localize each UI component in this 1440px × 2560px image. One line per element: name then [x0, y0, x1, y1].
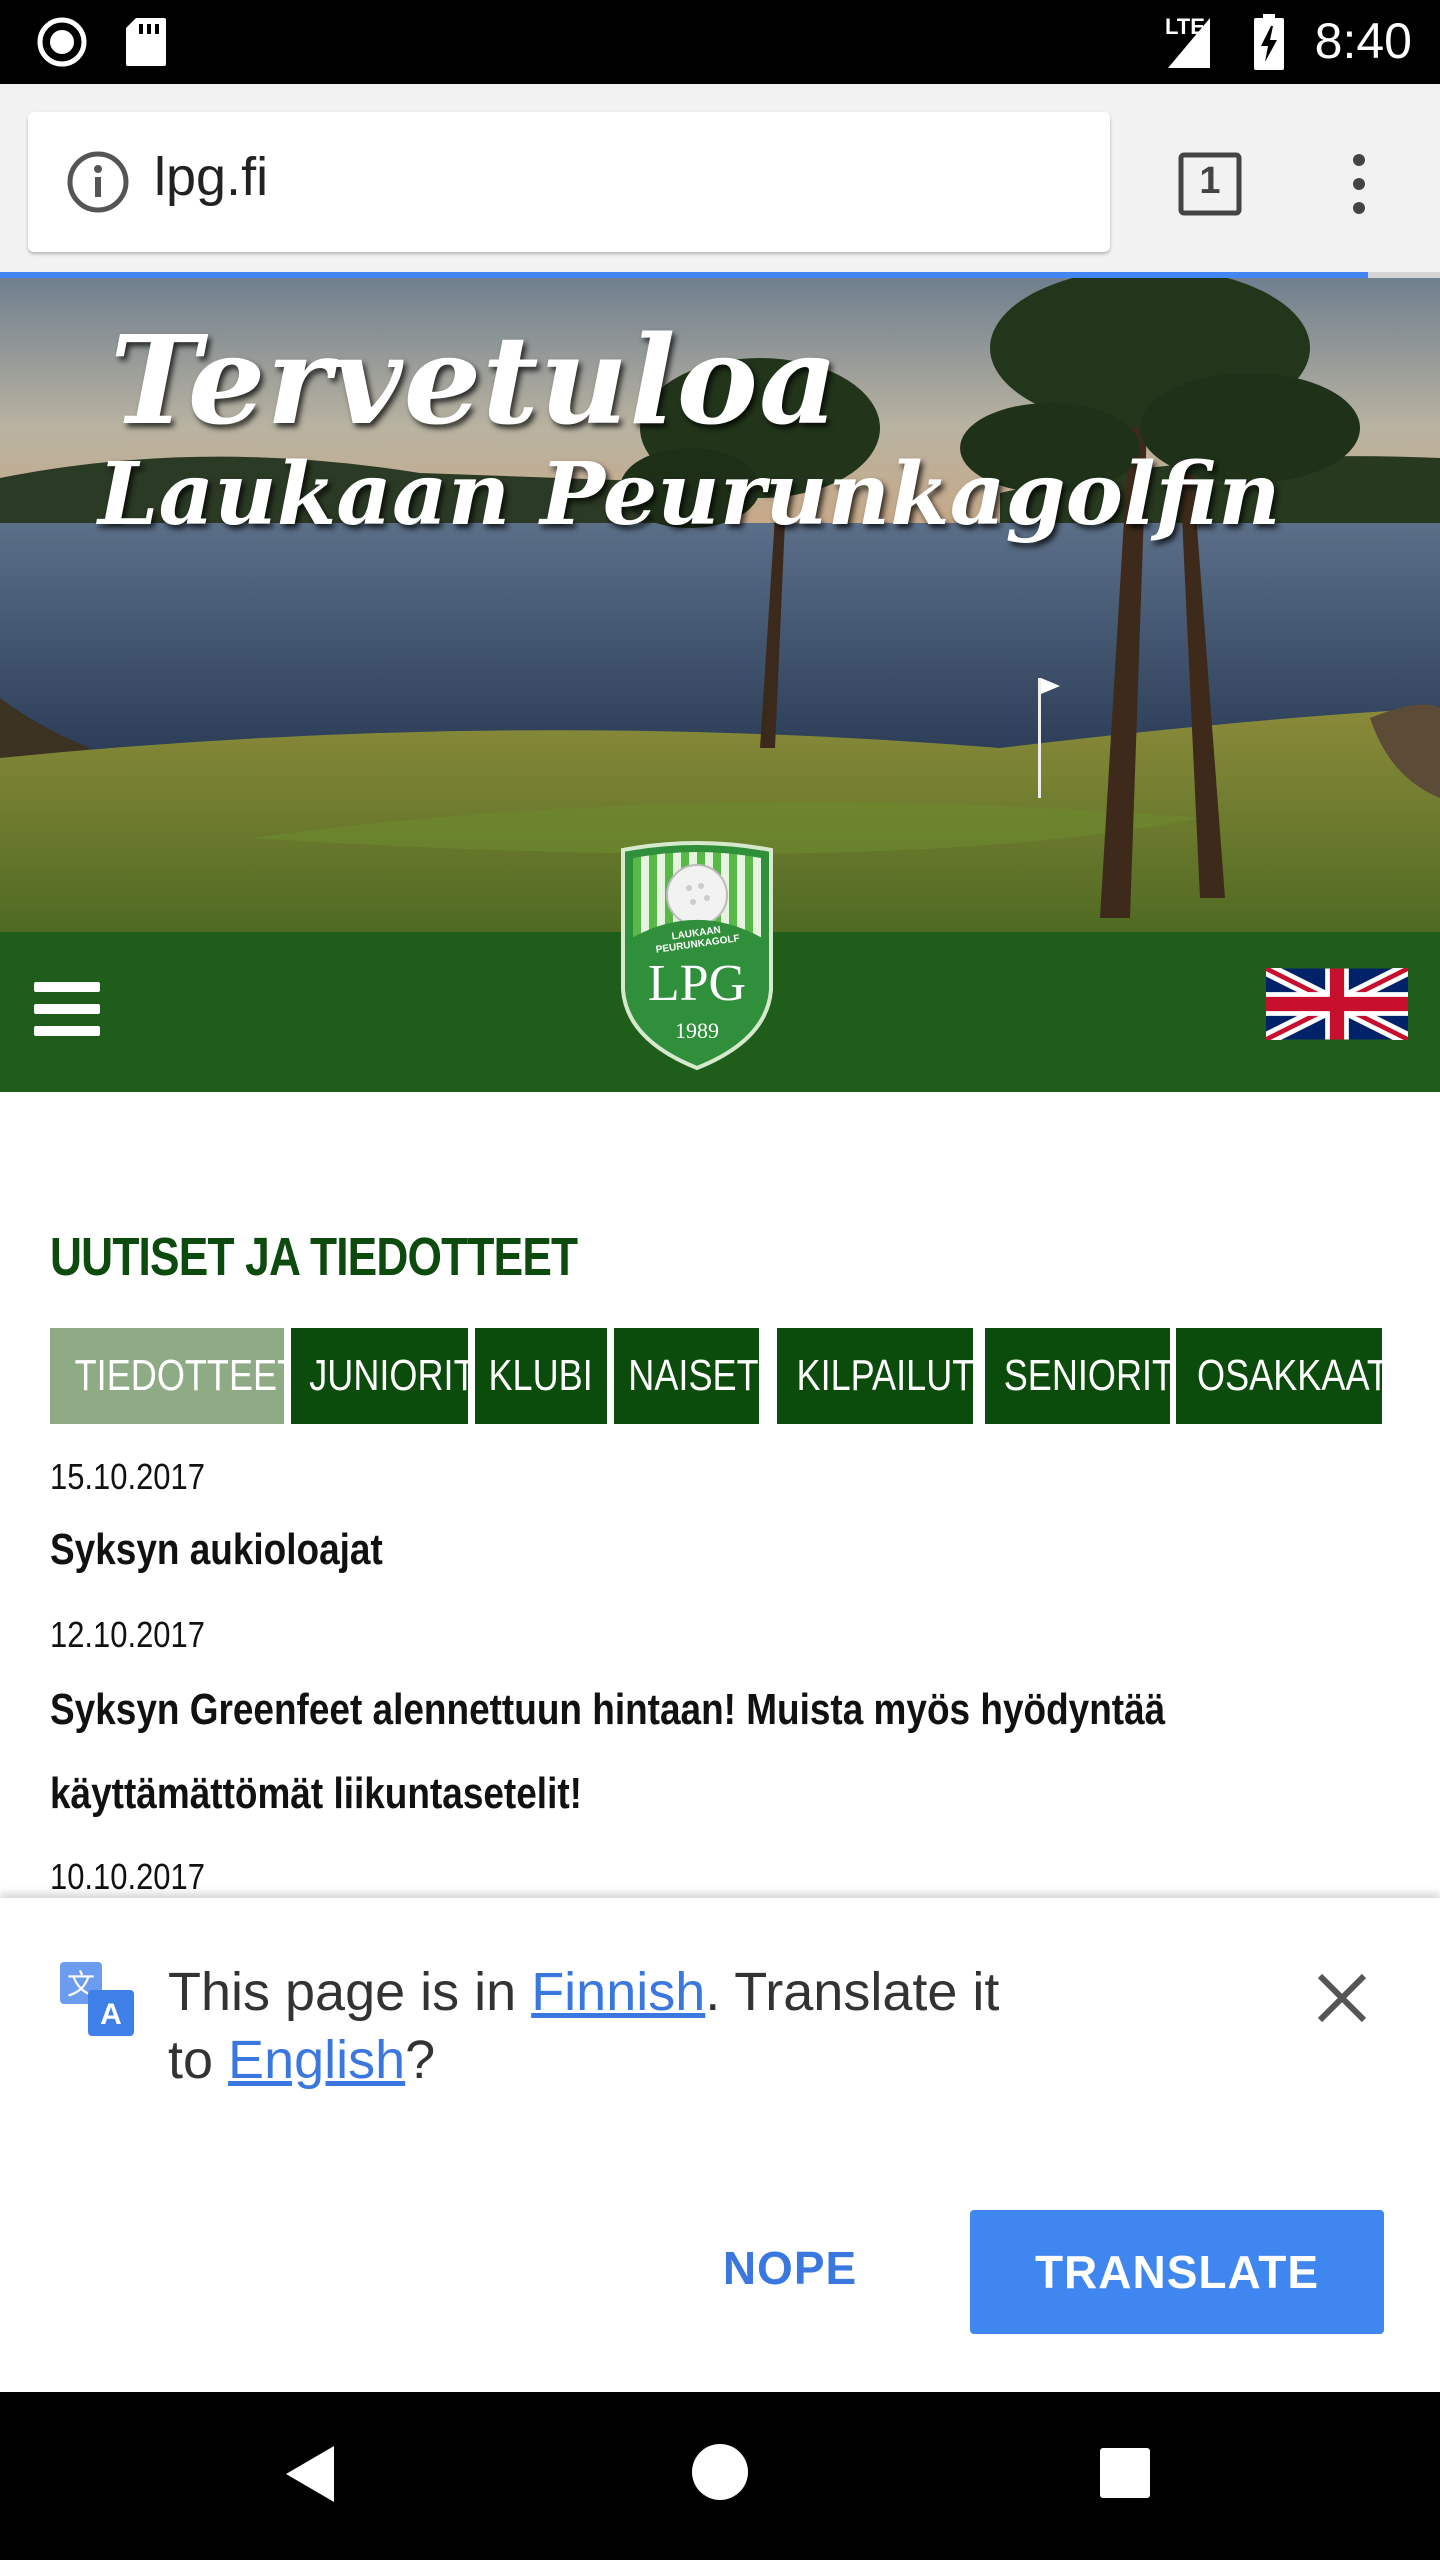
- club-logo[interactable]: LAUKAAN PEURUNKAGOLF LPG 1989: [617, 840, 777, 1071]
- uk-flag-icon[interactable]: [1262, 962, 1412, 1046]
- logo-text: LPG: [647, 955, 747, 1012]
- record-icon: [36, 16, 88, 72]
- news-title-link[interactable]: Syksyn Greenfeet alennettuun hintaan! Mu…: [50, 1668, 1226, 1836]
- hero-banner: Tervetuloa Laukaan Peurunkagolfin: [0, 278, 1440, 932]
- news-section-title: UUTISET JA TIEDOTTEET: [50, 1227, 578, 1287]
- battery-charging-icon: [1254, 14, 1284, 74]
- hero-subtitle: Laukaan Peurunkagolfin: [98, 444, 1281, 545]
- svg-text:A: A: [100, 1998, 122, 2031]
- close-icon[interactable]: [1312, 1968, 1372, 2028]
- hamburger-menu-icon[interactable]: [34, 982, 100, 1038]
- tab-osakkaat[interactable]: OSAKKAAT: [1176, 1328, 1389, 1424]
- tab-switcher-icon[interactable]: 1: [1178, 152, 1242, 220]
- target-language-link[interactable]: English: [228, 2030, 405, 2090]
- nope-button[interactable]: NOPE: [700, 2206, 880, 2330]
- logo-year: 1989: [675, 1018, 719, 1043]
- address-bar[interactable]: lpg.fi: [28, 112, 1110, 252]
- sd-card-icon: [124, 16, 168, 72]
- translate-infobar: 文 A This page is in Finnish. Translate i…: [0, 1898, 1440, 2392]
- tab-tiedotteet[interactable]: TIEDOTTEET: [50, 1328, 299, 1424]
- tab-seniorit[interactable]: SENIORIT: [985, 1328, 1174, 1424]
- system-navigation-bar: [0, 2392, 1440, 2560]
- tab-juniorit[interactable]: JUNIORIT: [291, 1328, 476, 1424]
- news-title-link[interactable]: Syksyn aukioloajat: [50, 1508, 1243, 1592]
- tab-naiset[interactable]: NAISET: [614, 1328, 759, 1424]
- browser-toolbar: lpg.fi 1: [0, 84, 1440, 274]
- hero-title: Tervetuloa: [110, 308, 840, 452]
- back-icon[interactable]: [282, 2442, 338, 2510]
- tab-count: 1: [1199, 160, 1221, 202]
- translate-icon: 文 A: [60, 1962, 134, 2040]
- source-language-link[interactable]: Finnish: [531, 1962, 705, 2022]
- tab-klubi[interactable]: KLUBI: [475, 1328, 607, 1424]
- translate-message: This page is in Finnish. Translate it to…: [168, 1962, 1000, 2090]
- clock: 8:40: [1314, 13, 1412, 69]
- news-date: 12.10.2017: [50, 1614, 205, 1655]
- status-bar: LTE 8:40: [0, 0, 1440, 84]
- translate-button[interactable]: TRANSLATE: [970, 2210, 1384, 2334]
- signal-icon: [1168, 18, 1210, 72]
- news-date: 10.10.2017: [50, 1856, 205, 1897]
- home-icon[interactable]: [690, 2442, 750, 2506]
- info-icon[interactable]: [66, 150, 130, 218]
- tab-kilpailut[interactable]: KILPAILUT: [777, 1328, 974, 1424]
- recents-icon[interactable]: [1098, 2446, 1152, 2504]
- news-date: 15.10.2017: [50, 1456, 205, 1497]
- more-vert-icon[interactable]: [1335, 152, 1383, 220]
- url-text[interactable]: lpg.fi: [154, 146, 268, 208]
